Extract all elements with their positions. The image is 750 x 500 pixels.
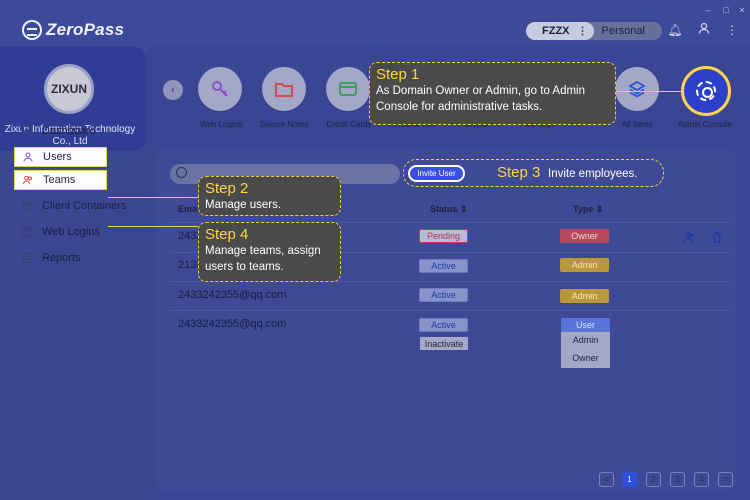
profile-icon[interactable] xyxy=(696,22,712,38)
callout-title: Step 2 xyxy=(205,180,249,197)
tile-admin-console[interactable] xyxy=(681,66,731,116)
account-code: FZZX xyxy=(542,25,570,37)
sidebar-item-reports[interactable]: Reports xyxy=(14,245,140,271)
tile-web-logins[interactable] xyxy=(198,67,242,111)
key-icon xyxy=(212,81,228,97)
type-badge[interactable]: Admin xyxy=(560,289,609,303)
app-name: ZeroPass xyxy=(46,20,125,39)
minimize-icon[interactable]: – xyxy=(704,6,712,15)
back-chevron-icon[interactable]: ‹ xyxy=(163,80,183,100)
maximize-icon[interactable]: □ xyxy=(722,6,730,15)
callout-step-4: Step 4 Manage teams, assign users to tea… xyxy=(198,222,341,282)
trash-icon[interactable] xyxy=(711,231,723,243)
tile-secure-notes[interactable] xyxy=(262,67,306,111)
callout-text: Manage users. xyxy=(205,199,282,211)
type-menu-owner[interactable]: Owner xyxy=(561,353,610,363)
user-email: 2433242355@qq.com xyxy=(178,318,287,330)
menu-icon[interactable]: ⋮ xyxy=(724,22,740,38)
sidebar-item-label: Dashboard xyxy=(42,125,96,137)
callout-title: Step 4 xyxy=(205,226,249,243)
type-badge[interactable]: User xyxy=(561,318,610,332)
status-menu-inactivate[interactable]: Inactivate xyxy=(420,337,468,350)
callout-title: Step 3 xyxy=(497,164,541,181)
status-badge[interactable]: Pending xyxy=(419,229,468,243)
callout-connector xyxy=(108,226,198,227)
app-logo: ZeroPass xyxy=(22,20,124,40)
sidebar-item-label: Teams xyxy=(43,174,76,186)
gear-icon xyxy=(696,81,716,101)
assign-user-icon[interactable] xyxy=(683,231,695,243)
callout-text: As Domain Owner or Admin, go to Admin Co… xyxy=(376,85,586,113)
more-vertical-icon[interactable]: ⋮ xyxy=(578,26,588,37)
status-badge[interactable]: Active xyxy=(419,288,468,302)
callout-step-1: Step 1 As Domain Owner or Admin, go to A… xyxy=(369,62,616,125)
account-type[interactable]: Personal xyxy=(594,25,645,37)
pagination-page[interactable]: 2 xyxy=(646,472,661,487)
pagination-prev[interactable]: < xyxy=(599,472,614,487)
account-pill[interactable]: FZZX ⋮ xyxy=(526,22,594,40)
org-avatar: ZIXUN xyxy=(44,64,94,114)
callout-step-2: Step 2 Manage users. xyxy=(198,176,341,216)
user-icon xyxy=(23,152,33,162)
column-header-status[interactable]: Status ⇕ xyxy=(430,204,468,215)
sidebar-item-dashboard[interactable]: Dashboard xyxy=(14,118,140,144)
tile-label: Web Logins xyxy=(199,120,243,129)
tile-label: Admin Console xyxy=(677,120,733,129)
pagination-page[interactable]: 1 xyxy=(622,472,637,487)
search-icon xyxy=(176,167,187,178)
sidebar-item-label: Reports xyxy=(42,252,81,264)
close-icon[interactable]: × xyxy=(738,6,746,15)
layers-icon xyxy=(628,80,646,98)
status-badge[interactable]: Active xyxy=(419,259,468,273)
type-menu-admin[interactable]: Admin xyxy=(561,335,610,345)
type-badge[interactable]: Owner xyxy=(560,229,609,243)
column-header-type[interactable]: Type ⇕ xyxy=(573,204,603,215)
dashboard-icon xyxy=(22,126,32,136)
zeropass-logo-icon xyxy=(22,20,42,40)
callout-connector xyxy=(616,91,682,92)
tile-label: Secure Notes xyxy=(259,120,309,129)
tile-all-items[interactable] xyxy=(615,67,659,111)
account-switcher[interactable]: FZZX ⋮ Personal xyxy=(526,22,662,40)
card-icon xyxy=(339,82,357,96)
bell-icon[interactable]: 🔔︎ xyxy=(667,22,683,38)
container-icon xyxy=(22,201,32,211)
folder-icon xyxy=(275,83,293,97)
sidebar-item-web-logins[interactable]: Web Logins xyxy=(14,219,140,245)
team-icon xyxy=(23,175,32,185)
sidebar-item-label: Users xyxy=(43,151,72,163)
pagination-page[interactable]: 4 xyxy=(694,472,709,487)
callout-text: Manage teams, assign users to teams. xyxy=(205,245,321,273)
tile-credit-cards[interactable] xyxy=(326,67,370,111)
status-badge[interactable]: Active xyxy=(419,318,468,332)
callout-step-3: Step 3 Invite employees. xyxy=(403,159,664,187)
sidebar-item-label: Client Containers xyxy=(42,200,127,212)
report-icon xyxy=(22,253,32,263)
sidebar-item-teams[interactable]: Teams xyxy=(14,170,107,190)
sidebar: ZIXUN Zixun Information Technology Co., … xyxy=(0,46,146,500)
user-email: 2433242355@qq.com xyxy=(178,289,287,301)
pagination-next[interactable]: > xyxy=(718,472,733,487)
callout-title: Step 1 xyxy=(376,66,420,83)
web-icon xyxy=(22,227,32,237)
type-badge[interactable]: Admin xyxy=(560,258,609,272)
pagination-page[interactable]: 3 xyxy=(670,472,685,487)
sidebar-item-users[interactable]: Users xyxy=(14,147,107,167)
callout-text: Invite employees. xyxy=(548,168,638,180)
sidebar-nav: Dashboard Users Teams Client Containers … xyxy=(14,118,140,271)
callout-connector xyxy=(108,197,198,198)
sidebar-item-label: Web Logins xyxy=(42,226,100,238)
